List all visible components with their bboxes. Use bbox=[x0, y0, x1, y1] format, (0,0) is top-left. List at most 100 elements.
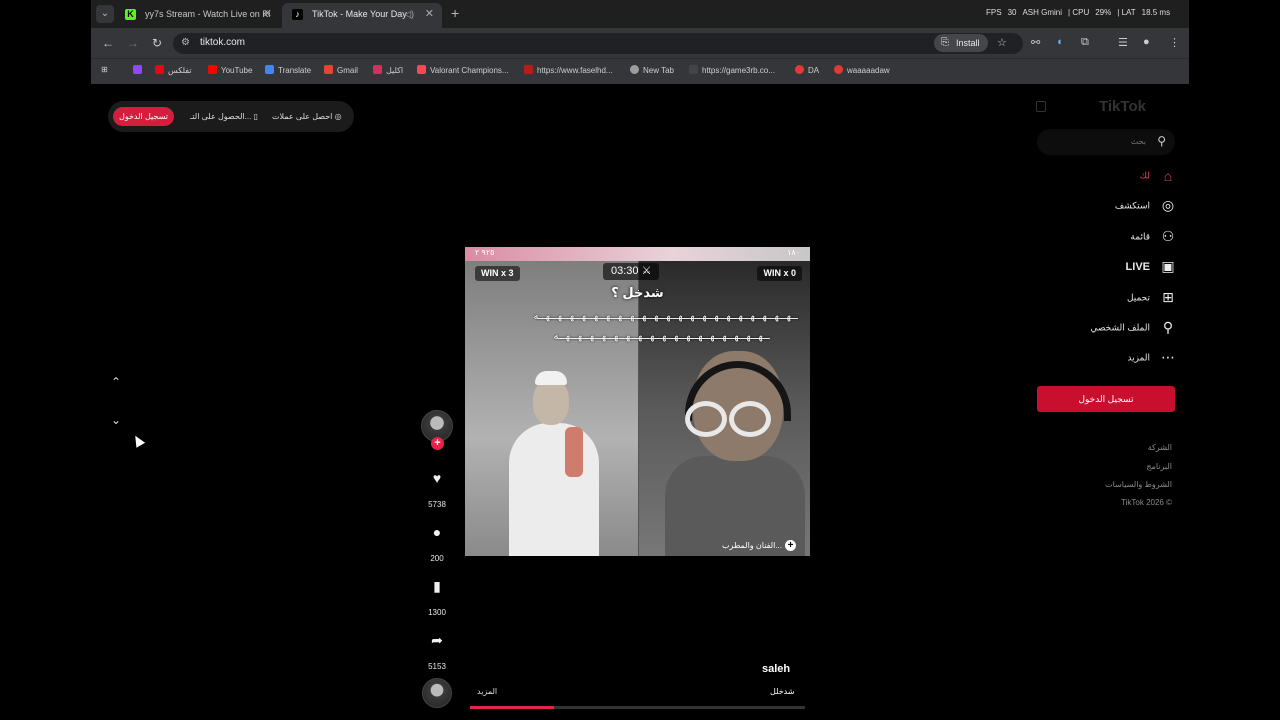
youtube-icon bbox=[208, 65, 217, 74]
site-info-icon[interactable]: ⚙ bbox=[181, 37, 190, 48]
sidebar-login-button[interactable]: تسجيل الدخول bbox=[1037, 386, 1175, 412]
sidebar-item-for-you[interactable]: لك ⌂ bbox=[1140, 167, 1177, 189]
new-tab-button[interactable]: + bbox=[451, 5, 459, 21]
bookmark-item[interactable]: https://www.faselhd... bbox=[524, 65, 613, 75]
score-right: ١٨٠ bbox=[787, 248, 800, 257]
tab-kick-stream[interactable]: K yy7s Stream - Watch Live on Ki ✕ bbox=[115, 3, 280, 28]
sidebar-item-label: قائمة bbox=[1130, 231, 1150, 242]
sidebar-item-more[interactable]: المزيد ⋯ bbox=[1127, 349, 1177, 371]
cpu-label: CPU bbox=[1072, 8, 1090, 17]
login-button[interactable]: تسجيل الدخول bbox=[113, 107, 174, 126]
figure-head bbox=[533, 379, 569, 425]
creator-username[interactable]: saleh bbox=[762, 663, 790, 675]
footer-link-company[interactable]: الشركة bbox=[1148, 443, 1172, 452]
sidebar-item-label: المزيد bbox=[1127, 352, 1150, 363]
bookmark-label: DA bbox=[808, 66, 820, 75]
bookmark-item[interactable]: YouTube bbox=[208, 65, 252, 75]
extension-icon[interactable]: ◖ bbox=[1056, 36, 1063, 48]
live-tv-icon: ▣ bbox=[1161, 258, 1175, 275]
bookmark-item[interactable]: New Tab bbox=[630, 65, 674, 75]
collapse-sidebar-icon[interactable] bbox=[1036, 101, 1046, 112]
back-arrow-icon[interactable]: ← bbox=[102, 36, 114, 50]
bookmark-item[interactable]: Translate bbox=[265, 65, 311, 75]
follow-plus-icon[interactable]: + bbox=[431, 437, 444, 450]
comment-icon[interactable]: ● bbox=[428, 524, 446, 540]
get-coins-button[interactable]: احصل على عملات ◎ bbox=[272, 112, 342, 121]
vs-icon: ⚔ bbox=[641, 265, 652, 277]
close-tab-icon[interactable]: ✕ bbox=[425, 3, 434, 25]
get-app-label: الحصول على التـ... bbox=[190, 112, 252, 121]
tiktok-favicon-icon: ♪ bbox=[292, 9, 303, 20]
previous-video-chevron-up-icon[interactable]: ⌃ bbox=[109, 375, 123, 389]
search-icon: ⚲ bbox=[1157, 134, 1166, 148]
tab-search-button[interactable]: ⌄ bbox=[96, 5, 114, 23]
netflix-icon bbox=[155, 65, 164, 74]
reload-icon[interactable]: ↻ bbox=[152, 36, 162, 50]
install-app-button[interactable]: ⎘ Install bbox=[934, 34, 988, 52]
get-coins-label: احصل على عملات bbox=[272, 112, 333, 121]
sound-label: الفنان والمطرب... bbox=[722, 541, 782, 550]
sidebar-item-label: الملف الشخصي bbox=[1090, 322, 1150, 333]
heart-icon[interactable]: ♥ bbox=[428, 470, 446, 486]
search-input[interactable]: بحث ⚲ bbox=[1037, 129, 1175, 155]
tab-title: TikTok - Make Your Day bbox=[312, 9, 407, 19]
browser-window: ⌄ K yy7s Stream - Watch Live on Ki ✕ ♪ T… bbox=[91, 0, 1189, 84]
bookmark-label: Translate bbox=[278, 66, 312, 75]
bookmark-item[interactable]: اكليل bbox=[373, 65, 403, 75]
sidebar-item-upload[interactable]: تحميل ⊞ bbox=[1127, 289, 1177, 311]
footer-link-terms[interactable]: الشروط والسياسات bbox=[1105, 480, 1172, 489]
tab-tiktok[interactable]: ♪ TikTok - Make Your Day ◁) ✕ bbox=[282, 3, 442, 28]
get-app-button[interactable]: الحصول على التـ... ▯ bbox=[190, 112, 258, 121]
upload-plus-icon: ⊞ bbox=[1162, 289, 1174, 306]
apps-grid-icon[interactable]: ⊞ bbox=[101, 65, 108, 74]
match-timer: 03:30 ⚔ bbox=[603, 263, 660, 280]
compass-icon: ◎ bbox=[1161, 197, 1175, 214]
bookmark-item[interactable]: DA bbox=[795, 65, 819, 75]
reading-list-icon[interactable]: ☰ bbox=[1118, 36, 1128, 49]
sound-tag[interactable]: الفنان والمطرب... + bbox=[722, 540, 796, 551]
video-progress-bar[interactable] bbox=[470, 706, 805, 709]
bookmark-item[interactable]: waaaaadaw bbox=[834, 65, 890, 75]
video-progress-fill bbox=[470, 706, 554, 709]
timer-value: 03:30 bbox=[611, 265, 639, 277]
bookmark-star-icon[interactable]: ☆ bbox=[997, 36, 1007, 49]
bookmark-label: Gmail bbox=[337, 66, 358, 75]
install-icon: ⎘ bbox=[941, 37, 949, 48]
video-player[interactable]: ٩٢٥ ٢ ١٨٠ WIN x 3 WIN x 0 03:30 ⚔ شدخل ؟ bbox=[465, 247, 810, 556]
video-pane-right bbox=[639, 261, 810, 556]
avatar[interactable]: ● bbox=[1143, 36, 1150, 48]
more-link[interactable]: المزيد bbox=[477, 687, 497, 696]
bookmark-favicon-icon bbox=[689, 65, 698, 74]
tab-title: yy7s Stream - Watch Live on Ki bbox=[145, 9, 271, 19]
youtube-icon bbox=[834, 65, 843, 74]
sidebar-item-explore[interactable]: استكشف ◎ bbox=[1115, 197, 1177, 219]
bookmark-item[interactable]: تفلكس bbox=[155, 65, 192, 75]
home-icon: ⌂ bbox=[1163, 167, 1173, 184]
video-pane-left bbox=[465, 261, 638, 556]
next-video-chevron-down-icon[interactable]: ⌄ bbox=[109, 413, 123, 427]
bookmark-item[interactable]: Valorant Champions... bbox=[417, 65, 509, 75]
forward-arrow-icon[interactable]: → bbox=[127, 36, 139, 50]
share-arrow-icon[interactable]: ➦ bbox=[428, 632, 446, 649]
bookmark-item[interactable]: Gmail bbox=[324, 65, 358, 75]
youtube-icon bbox=[795, 65, 804, 74]
bookmark-item[interactable] bbox=[133, 65, 146, 75]
extension-icon[interactable]: ⚯ bbox=[1031, 36, 1040, 49]
bookmark-item[interactable]: https://game3rb.co... bbox=[689, 65, 775, 75]
text-overlay-line: ـهـهـهـهـهـهـهـهـهـهـهـهـهـهـهـهـهـه bbox=[553, 331, 771, 342]
fps-value: 30 bbox=[1007, 8, 1017, 17]
music-disc-avatar[interactable] bbox=[422, 678, 452, 708]
sidebar-item-following[interactable]: قائمة ⚇ bbox=[1130, 228, 1177, 250]
close-tab-icon[interactable]: ✕ bbox=[263, 3, 272, 25]
tiktok-logo[interactable]: TikTok bbox=[1099, 98, 1146, 115]
sidebar-item-label: LIVE bbox=[1125, 260, 1150, 273]
menu-dots-icon[interactable]: ⋮ bbox=[1169, 36, 1180, 49]
gmail-icon bbox=[324, 65, 333, 74]
footer-link-program[interactable]: البرنامج bbox=[1146, 462, 1172, 471]
bookmark-icon[interactable]: ▮ bbox=[428, 578, 446, 595]
puzzle-icon[interactable]: ⧉ bbox=[1081, 36, 1089, 49]
sidebar-item-profile[interactable]: الملف الشخصي ⚲ bbox=[1090, 319, 1177, 341]
sidebar-item-live[interactable]: LIVE ▣ bbox=[1126, 258, 1177, 280]
address-bar[interactable]: ⚙ tiktok.com bbox=[173, 33, 1023, 54]
speaker-icon[interactable]: ◁) bbox=[404, 3, 414, 25]
